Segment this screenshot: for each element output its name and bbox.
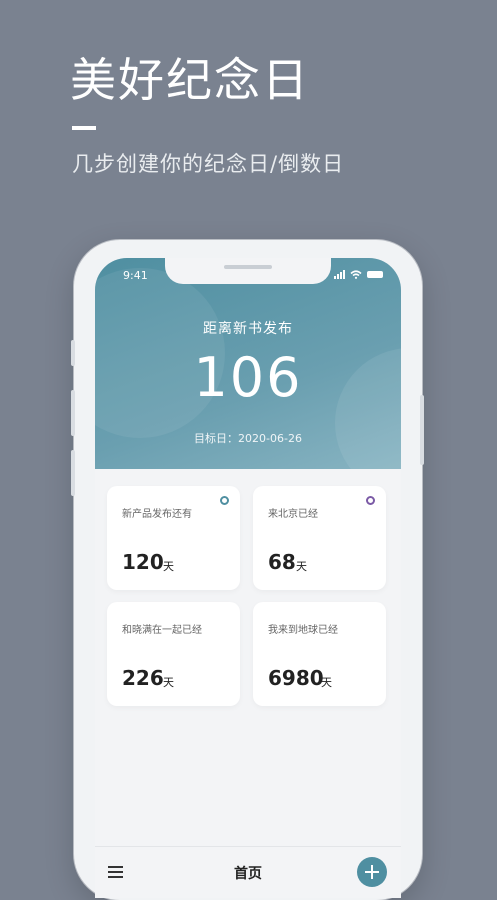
card-day-count: 226 xyxy=(122,666,164,690)
card-title: 我来到地球已经 xyxy=(268,625,338,636)
hero-label: 距离新书发布 xyxy=(203,321,293,337)
battery-icon xyxy=(367,271,383,278)
phone-side-button xyxy=(71,340,75,366)
card-unit: 天 xyxy=(296,560,307,573)
phone-notch xyxy=(165,258,331,284)
promo-subtitle: 几步创建你的纪念日/倒数日 xyxy=(72,152,345,176)
card-unit: 天 xyxy=(163,560,174,573)
phone-side-button xyxy=(71,390,75,436)
card-title: 新产品发布还有 xyxy=(122,509,192,520)
anniversary-card[interactable]: 来北京已经 68 天 xyxy=(253,486,386,590)
promo-title: 美好纪念日 xyxy=(70,53,310,107)
card-day-count: 120 xyxy=(122,550,164,574)
hero-banner[interactable]: 9:41 距离新书发布 106 目标日：2020-06-26 xyxy=(95,258,401,469)
speaker-icon xyxy=(224,265,272,269)
signal-icon xyxy=(334,270,345,279)
promo-divider xyxy=(72,126,96,130)
tab-home-title: 首页 xyxy=(234,866,262,882)
card-day-count: 6980 xyxy=(268,666,324,690)
status-dot-icon xyxy=(366,496,375,505)
status-time: 9:41 xyxy=(123,269,148,282)
anniversary-card[interactable]: 我来到地球已经 6980 天 xyxy=(253,602,386,706)
hero-target-date: 目标日：2020-06-26 xyxy=(194,432,302,445)
anniversary-card[interactable]: 和晓满在一起已经 226 天 xyxy=(107,602,240,706)
anniversary-card[interactable]: 新产品发布还有 120 天 xyxy=(107,486,240,590)
app-screen: 9:41 距离新书发布 106 目标日：2020-06-26 新产品发布还有 1… xyxy=(95,258,401,898)
card-title: 来北京已经 xyxy=(268,509,318,520)
wifi-icon xyxy=(350,270,362,279)
status-dot-icon xyxy=(220,496,229,505)
hero-day-count: 106 xyxy=(193,346,303,409)
status-icons xyxy=(334,270,383,279)
phone-side-button xyxy=(71,450,75,496)
card-unit: 天 xyxy=(163,676,174,689)
card-day-count: 68 xyxy=(268,550,296,574)
bottom-bar: 首页 xyxy=(95,846,401,898)
card-title: 和晓满在一起已经 xyxy=(122,625,202,636)
phone-side-button xyxy=(420,395,424,465)
card-unit: 天 xyxy=(321,676,332,689)
